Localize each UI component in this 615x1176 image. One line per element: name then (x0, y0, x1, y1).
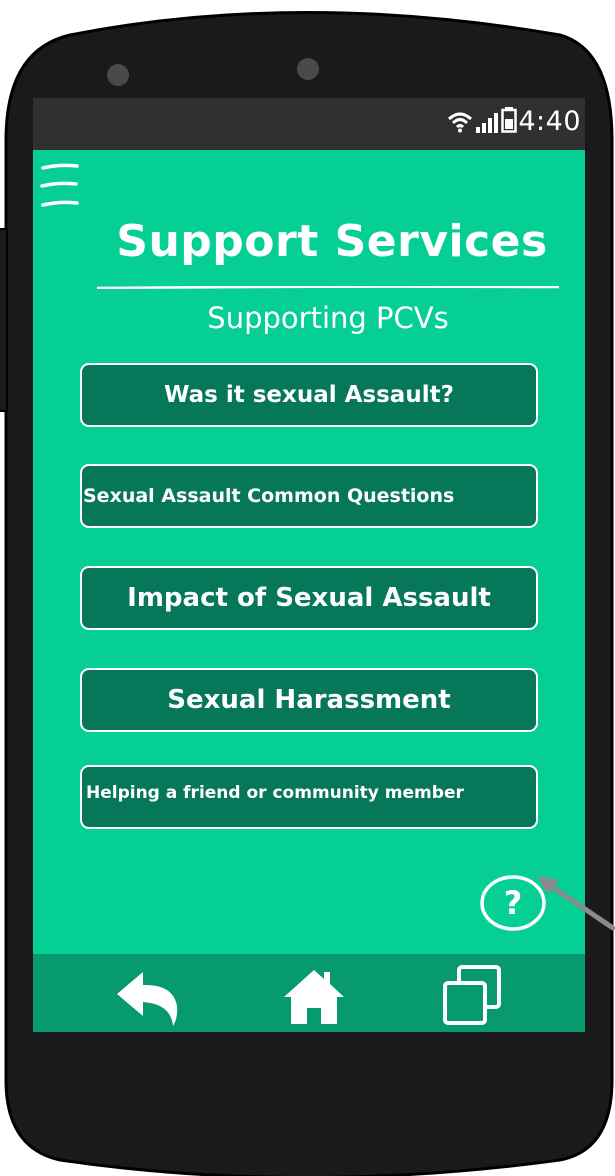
menu-button-label: Was it sexual Assault? (164, 382, 454, 408)
help-label: ? (504, 884, 523, 922)
menu-button-was-it-sexual-assault[interactable]: Was it sexual Assault? (80, 363, 538, 427)
page-title: Support Services (116, 216, 548, 267)
menu-button-label: Sexual Assault Common Questions (83, 485, 455, 507)
wifi-icon (447, 111, 473, 137)
home-icon[interactable] (279, 964, 349, 1026)
menu-button-label: Sexual Harassment (167, 685, 451, 715)
app-screen: 4:40 Support Services Supporting PCVs Wa… (33, 98, 585, 1032)
status-bar: 4:40 (33, 98, 585, 150)
battery-icon (501, 107, 517, 137)
back-icon[interactable] (113, 964, 183, 1026)
menu-button-sexual-harassment[interactable]: Sexual Harassment (80, 668, 538, 732)
status-icons (447, 107, 517, 137)
hamburger-menu-icon[interactable] (39, 162, 81, 212)
signal-icon (476, 111, 498, 137)
menu-button-common-questions[interactable]: Sexual Assault Common Questions (80, 464, 538, 528)
menu-button-impact-of-sexual-assault[interactable]: Impact of Sexual Assault (80, 566, 538, 630)
phone-side-button (0, 228, 8, 412)
recent-apps-icon[interactable] (437, 964, 507, 1026)
phone-sensor (107, 64, 129, 86)
phone-camera (297, 58, 319, 80)
status-time: 4:40 (518, 106, 581, 137)
menu-button-label: Impact of Sexual Assault (127, 583, 491, 613)
mockup-canvas: 4:40 Support Services Supporting PCVs Wa… (0, 0, 615, 1176)
annotation-arrow-icon (537, 876, 615, 931)
page-subtitle: Supporting PCVs (207, 301, 449, 335)
menu-button-helping-a-friend[interactable]: Helping a friend or community member (80, 765, 538, 829)
title-divider (97, 286, 559, 289)
bottom-nav-bar (33, 954, 585, 1032)
menu-button-label: Helping a friend or community member (86, 783, 464, 803)
